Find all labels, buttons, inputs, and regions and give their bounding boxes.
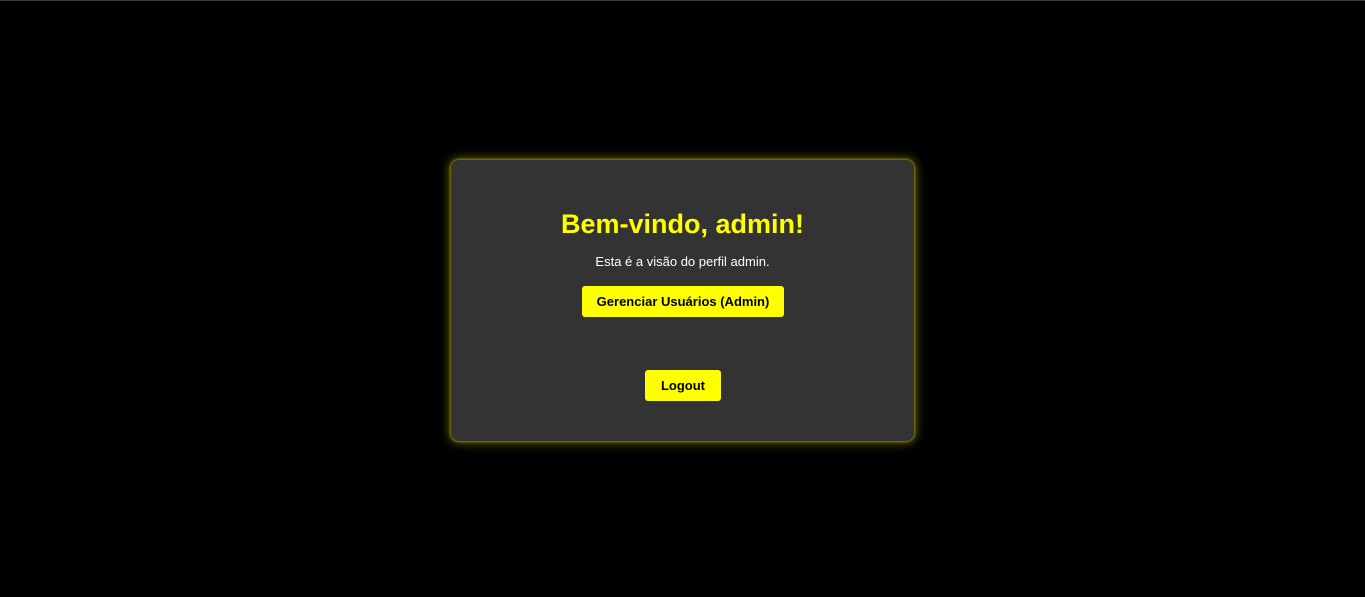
profile-description: Esta é a visão do perfil admin. [595,254,770,269]
manage-users-button[interactable]: Gerenciar Usuários (Admin) [582,286,784,317]
page-title: Bem-vindo, admin! [560,209,804,239]
logout-button[interactable]: Logout [645,370,721,401]
welcome-card: Bem-vindo, admin! Esta é a visão do perf… [451,160,914,441]
window-top-border [0,0,1365,1]
